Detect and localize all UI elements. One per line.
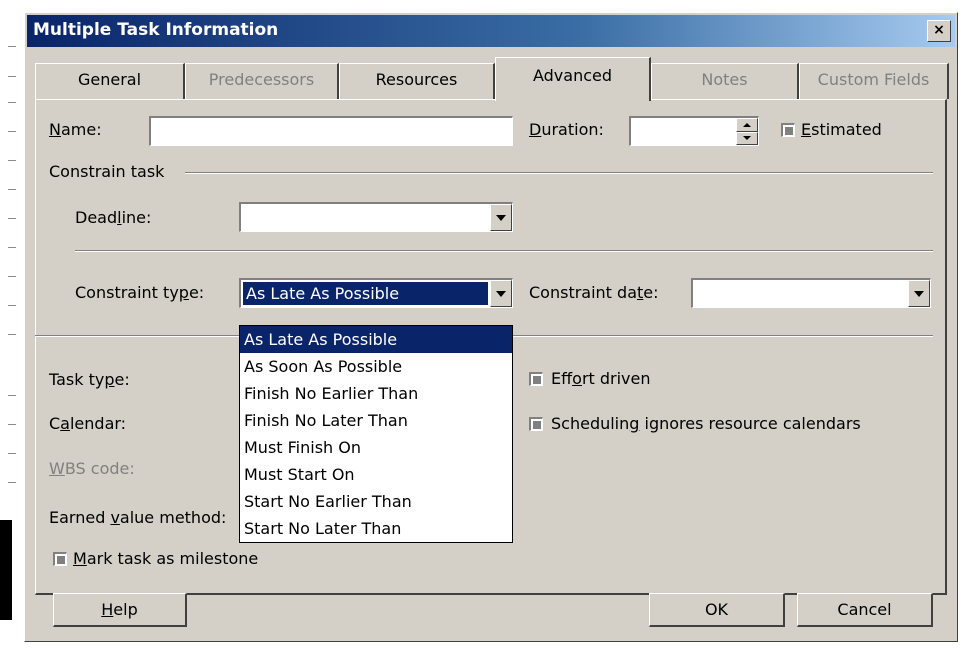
estimated-checkbox[interactable] [781, 123, 795, 137]
deadline-dropdown-button[interactable] [490, 204, 512, 231]
sheet-gridline [8, 424, 16, 425]
cancel-button[interactable]: Cancel [797, 593, 933, 627]
task-type-label: Task type: [49, 370, 130, 389]
deadline-label: Deadline: [75, 208, 152, 227]
wbs-code-label: WBS code: [49, 459, 135, 478]
tab-label: Resources [375, 70, 458, 89]
tab-predecessors[interactable]: Predecessors [185, 63, 339, 99]
constraint-option-item[interactable]: As Soon As Possible [240, 353, 512, 380]
calendar-label: Calendar: [49, 414, 127, 433]
ok-button[interactable]: OK [649, 593, 785, 627]
dialog-title: Multiple Task Information [33, 20, 279, 40]
constraint-option-item[interactable]: As Late As Possible [240, 326, 512, 353]
deadline-dropdown[interactable] [239, 202, 513, 232]
duration-label: Duration: [529, 120, 604, 139]
close-button[interactable]: × [927, 20, 951, 42]
name-label: Name: [49, 120, 102, 139]
duration-spinner[interactable] [629, 116, 759, 146]
constraint-option-item[interactable]: Start No Later Than [240, 515, 512, 542]
background-sheet-right [962, 0, 971, 653]
sheet-gridline [8, 102, 16, 103]
earned-value-method-label: Earned value method: [49, 508, 227, 527]
constraint-option-item[interactable]: Must Start On [240, 461, 512, 488]
tab-label: Custom Fields [817, 70, 930, 89]
sheet-gridline [8, 482, 16, 483]
tab-label: General [77, 70, 142, 89]
constrain-task-heading: Constrain task [49, 162, 165, 181]
constraint-option-item[interactable]: Finish No Later Than [240, 407, 512, 434]
spin-up-button[interactable] [736, 118, 758, 132]
indeterminate-mark [532, 375, 541, 384]
estimated-label: Estimated [801, 120, 882, 139]
sheet-gridline [8, 247, 16, 248]
indeterminate-mark [56, 555, 65, 564]
chevron-down-icon [496, 214, 506, 221]
tab-advanced[interactable]: Advanced [495, 57, 651, 101]
milestone-label: Mark task as milestone [73, 549, 259, 568]
constraint-option-item[interactable]: Start No Earlier Than [240, 488, 512, 515]
sheet-gridline [8, 334, 16, 335]
sheet-gridline [8, 46, 16, 47]
indeterminate-mark [784, 126, 793, 135]
sheet-gridline [8, 453, 16, 454]
milestone-checkbox[interactable] [53, 552, 67, 566]
tab-notes[interactable]: Notes [651, 63, 799, 99]
effort-driven-checkbox[interactable] [529, 372, 543, 386]
tab-general[interactable]: General [35, 63, 185, 99]
tab-resources[interactable]: Resources [339, 63, 495, 99]
close-icon: × [933, 22, 945, 38]
sheet-gridline [8, 160, 16, 161]
constraint-type-dropdown-button[interactable] [490, 280, 512, 307]
title-bar[interactable]: Multiple Task Information × [27, 15, 955, 47]
constraint-type-dropdown[interactable]: As Late As Possible [239, 278, 513, 308]
sheet-gridline [8, 131, 16, 132]
chevron-down-icon [914, 290, 924, 297]
inner-separator-highlight [75, 251, 933, 252]
arrow-up-icon [743, 122, 751, 127]
constraint-date-label: Constraint date: [529, 283, 659, 302]
constraint-option-item[interactable]: Finish No Earlier Than [240, 380, 512, 407]
sheet-gridline [8, 276, 16, 277]
sheet-gridline [8, 189, 16, 190]
indeterminate-mark [532, 420, 541, 429]
constraint-type-label: Constraint type: [75, 283, 205, 302]
background-sheet-left [0, 0, 24, 653]
sheet-gridline [8, 76, 16, 77]
tab-label: Advanced [532, 66, 613, 85]
constraint-type-selected-value: As Late As Possible [243, 282, 488, 305]
constraint-date-dropdown-button[interactable] [908, 280, 930, 307]
tab-label: Notes [701, 70, 748, 89]
constraint-date-dropdown[interactable] [691, 278, 931, 308]
help-button[interactable]: Help [53, 593, 187, 627]
arrow-down-icon [743, 136, 751, 141]
scheduling-ignores-checkbox[interactable] [529, 417, 543, 431]
tab-label: Predecessors [208, 70, 315, 89]
group-separator-highlight [185, 173, 933, 174]
chevron-down-icon [496, 290, 506, 297]
spin-down-button[interactable] [736, 131, 758, 145]
scheduling-ignores-label: Scheduling ignores resource calendars [551, 414, 861, 433]
tab-custom-fields[interactable]: Custom Fields [799, 63, 949, 99]
sheet-dark-block [0, 520, 12, 620]
effort-driven-label: Effort driven [551, 369, 651, 388]
sheet-gridline [8, 305, 16, 306]
multiple-task-information-dialog: Multiple Task Information × General Pred… [24, 12, 958, 642]
constraint-type-options-list[interactable]: As Late As Possible As Soon As Possible … [239, 325, 513, 543]
sheet-gridline [8, 218, 16, 219]
name-input[interactable] [149, 116, 513, 146]
sheet-gridline [8, 395, 16, 396]
constraint-option-item[interactable]: Must Finish On [240, 434, 512, 461]
